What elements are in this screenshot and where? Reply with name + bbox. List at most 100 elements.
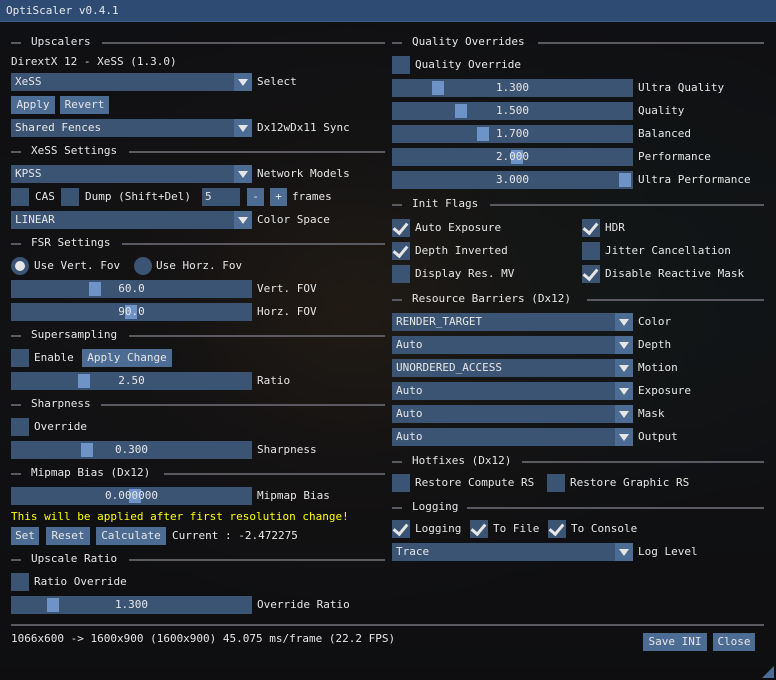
reset-button[interactable]: Reset	[46, 527, 90, 545]
barrier-select[interactable]: Auto	[392, 382, 633, 400]
quality-slider-label: Balanced	[638, 127, 691, 140]
mipmap-bias-slider[interactable]: 0.000000	[11, 487, 252, 505]
log-level-select[interactable]: Trace	[392, 543, 633, 561]
sharpness-override-checkbox[interactable]	[11, 418, 29, 436]
chevron-down-icon	[615, 543, 633, 561]
section-header-mipmap: Mipmap Bias (Dx12)	[31, 466, 151, 479]
cas-checkbox[interactable]	[11, 188, 29, 206]
auto-exposure-checkbox[interactable]	[392, 219, 410, 237]
section-header-supersampling: Supersampling	[31, 328, 118, 341]
log-to-console-checkbox[interactable]	[548, 520, 566, 538]
quality-slider[interactable]: 3.000	[392, 171, 633, 189]
apply-change-button[interactable]: Apply Change	[82, 349, 172, 367]
quality-override-checkbox[interactable]	[392, 56, 410, 74]
quality-slider[interactable]: 1.500	[392, 102, 633, 120]
calculate-button[interactable]: Calculate	[96, 527, 166, 545]
display-res-mv-checkbox[interactable]	[392, 265, 410, 283]
upscaler-select[interactable]: XeSS	[11, 73, 252, 91]
separator	[129, 559, 385, 561]
display-res-mv-label: Display Res. MV	[415, 267, 515, 280]
quality-slider[interactable]: 1.700	[392, 125, 633, 143]
frames-minus-button[interactable]: -	[247, 188, 264, 206]
select-label: Select	[257, 75, 297, 88]
frames-plus-button[interactable]: +	[270, 188, 287, 206]
hdr-checkbox[interactable]	[582, 219, 600, 237]
separator	[467, 507, 764, 509]
quality-slider[interactable]: 1.300	[392, 79, 633, 97]
mipmap-bias-label: Mipmap Bias	[257, 489, 330, 502]
restore-graphic-rs-checkbox[interactable]	[547, 474, 565, 492]
quality-slider-label: Ultra Quality	[638, 81, 725, 94]
dump-checkbox[interactable]	[61, 188, 79, 206]
sharpness-slider[interactable]: 0.300	[11, 441, 252, 459]
ratio-override-checkbox[interactable]	[11, 573, 29, 591]
barrier-select-label: Color	[638, 315, 672, 328]
supersampling-enable-checkbox[interactable]	[11, 349, 29, 367]
logging-checkbox[interactable]	[392, 520, 410, 538]
barrier-select[interactable]: Auto	[392, 336, 633, 354]
network-model-value: KPSS	[15, 167, 42, 180]
separator	[522, 461, 764, 463]
sync-select[interactable]: Shared Fences	[11, 119, 252, 137]
override-ratio-label: Override Ratio	[257, 598, 350, 611]
frames-input[interactable]: 5	[202, 188, 240, 206]
set-button[interactable]: Set	[11, 527, 39, 545]
cas-label: CAS	[35, 190, 55, 203]
save-ini-button[interactable]: Save INI	[643, 633, 707, 651]
apply-button[interactable]: Apply	[11, 96, 55, 114]
vert-fov-slider[interactable]: 60.0	[11, 280, 252, 298]
section-header-logging: Logging	[412, 500, 459, 513]
chevron-down-icon	[234, 73, 252, 91]
depth-inverted-label: Depth Inverted	[415, 244, 508, 257]
quality-slider-value: 1.500	[495, 104, 530, 117]
network-model-select[interactable]: KPSS	[11, 165, 252, 183]
disable-reactive-mask-checkbox[interactable]	[582, 265, 600, 283]
mipmap-bias-value: 0.000000	[105, 489, 158, 502]
separator	[392, 461, 402, 463]
separator	[11, 559, 21, 561]
chevron-down-icon	[615, 405, 633, 423]
quality-slider-value: 1.700	[495, 127, 530, 140]
vert-fov-value: 60.0	[118, 282, 145, 295]
barrier-select[interactable]: Auto	[392, 428, 633, 446]
override-ratio-slider[interactable]: 1.300	[11, 596, 252, 614]
section-header-upscalers: Upscalers	[31, 35, 91, 48]
revert-button[interactable]: Revert	[60, 96, 109, 114]
ratio-slider[interactable]: 2.50	[11, 372, 252, 390]
separator	[122, 243, 385, 245]
frames-label: frames	[292, 190, 332, 203]
horz-fov-radio[interactable]	[134, 257, 152, 275]
resize-grip-icon[interactable]	[762, 666, 774, 678]
vert-fov-radio[interactable]	[11, 257, 29, 275]
barrier-select[interactable]: UNORDERED_ACCESS	[392, 359, 633, 377]
depth-inverted-checkbox[interactable]	[392, 242, 410, 260]
sync-label: Dx12wDx11 Sync	[257, 121, 350, 134]
hdr-label: HDR	[605, 221, 625, 234]
chevron-down-icon	[615, 336, 633, 354]
quality-slider[interactable]: 2.000	[392, 148, 633, 166]
separator	[587, 299, 764, 301]
log-to-file-label: To File	[493, 522, 540, 535]
horz-fov-slider[interactable]: 90.0	[11, 303, 252, 321]
frames-input-value: 5	[205, 190, 212, 203]
logging-label: Logging	[415, 522, 462, 535]
barrier-select-value: UNORDERED_ACCESS	[396, 361, 502, 374]
color-space-select[interactable]: LINEAR	[11, 211, 252, 229]
restore-compute-rs-checkbox[interactable]	[392, 474, 410, 492]
title-bar[interactable]: OptiScaler v0.4.1	[0, 0, 776, 22]
barrier-select-value: Auto	[396, 338, 423, 351]
auto-exposure-label: Auto Exposure	[415, 221, 502, 234]
separator	[392, 507, 402, 509]
section-header-upscale-ratio: Upscale Ratio	[31, 552, 118, 565]
barrier-select[interactable]: Auto	[392, 405, 633, 423]
log-to-file-checkbox[interactable]	[470, 520, 488, 538]
separator	[11, 243, 21, 245]
barrier-select[interactable]: RENDER_TARGET	[392, 313, 633, 331]
jitter-cancellation-checkbox[interactable]	[582, 242, 600, 260]
quality-slider-value: 3.000	[495, 173, 530, 186]
section-header-sharpness: Sharpness	[31, 397, 91, 410]
separator	[392, 42, 402, 44]
restore-compute-rs-label: Restore Compute RS	[415, 476, 535, 489]
close-button[interactable]: Close	[713, 633, 755, 651]
separator	[11, 42, 21, 44]
